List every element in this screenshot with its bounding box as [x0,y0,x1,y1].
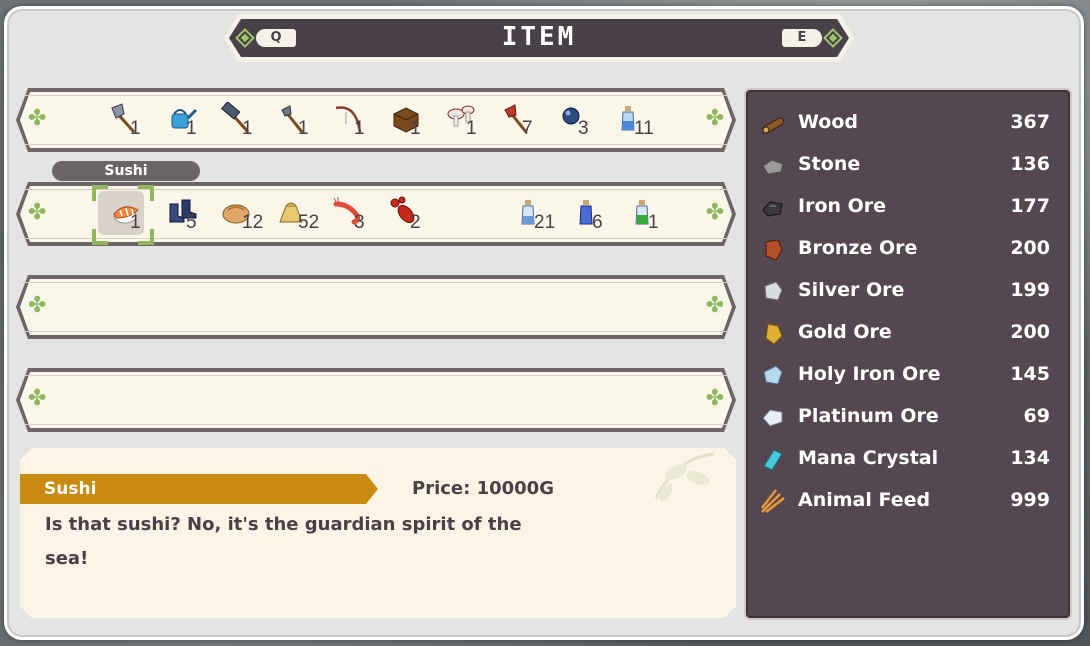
clover-icon: ✤ [28,293,47,318]
item-quantity: 1 [130,212,141,233]
item-quantity: 1 [298,118,309,139]
material-name: Mana Crystal [798,447,939,469]
item-quantity: 12 [242,212,264,233]
materials-panel: Wood 367 Stone 136 Iron Ore 177 Bronze O… [744,88,1072,620]
silver-ore-icon [764,281,783,301]
platinum-ore-icon [762,409,783,427]
inventory-row-3[interactable]: ✤ ✤ [16,275,736,339]
inventory-slot-selected[interactable]: 1 [108,196,160,236]
page-title: ITEM [501,22,577,52]
material-count: 999 [1010,489,1050,511]
material-name: Wood [798,111,858,133]
material-name: Platinum Ore [798,405,939,427]
material-row-animal-feed: Animal Feed 999 [760,486,1050,516]
material-count: 145 [1010,363,1050,385]
material-name: Stone [798,153,861,175]
item-quantity: 11 [634,118,654,139]
item-quantity: 6 [592,212,603,233]
material-count: 177 [1010,195,1050,217]
item-quantity: 52 [298,212,320,233]
inventory-slot[interactable]: 6 [570,196,622,236]
material-count: 200 [1010,237,1050,259]
item-quantity: 3 [354,212,365,233]
item-quantity: 1 [354,118,365,139]
material-name: Iron Ore [798,195,887,217]
inventory-slot[interactable]: 1 [108,102,160,142]
item-description: Is that sushi? No, it's the guardian spi… [45,508,545,576]
material-count: 136 [1010,153,1050,175]
next-tab-key-button[interactable]: E [782,29,822,47]
material-count: 199 [1010,279,1050,301]
material-name: Animal Feed [798,489,931,511]
clover-icon: ✤ [705,386,724,411]
title-banner: Q ITEM E [224,14,854,62]
material-name: Silver Ore [798,279,905,301]
description-line-2: sea! [45,548,89,569]
clover-icon: ✤ [28,106,47,131]
item-quantity: 1 [648,212,659,233]
holy-iron-ore-icon [763,365,783,385]
material-row-stone: Stone 136 [760,150,1050,180]
material-name: Holy Iron Ore [798,363,941,385]
inventory-slot[interactable]: 1 [220,102,272,142]
material-count: 69 [1023,405,1050,427]
material-name: Bronze Ore [798,237,918,259]
inventory-slot[interactable]: 11 [612,102,664,142]
inventory-slot[interactable]: 1 [276,102,328,142]
mana-crystal-icon [763,449,783,471]
material-name: Gold Ore [798,321,892,343]
inventory-slot[interactable]: 12 [220,196,272,236]
item-quantity: 1 [130,118,141,139]
leaf-decoration-icon [646,448,716,508]
material-row-gold-ore: Gold Ore 200 [760,318,1050,348]
material-row-iron-ore: Iron Ore 177 [760,192,1050,222]
inventory-slot[interactable]: 3 [332,196,384,236]
item-quantity: 1 [242,118,253,139]
material-row-silver-ore: Silver Ore 199 [760,276,1050,306]
item-quantity: 1 [466,118,477,139]
material-count: 200 [1010,321,1050,343]
animal-feed-icon [761,489,785,513]
gold-ore-icon [765,323,783,345]
inventory-slot[interactable]: 2 [388,196,440,236]
material-count: 367 [1010,111,1050,133]
item-quantity: 7 [522,118,533,139]
item-quantity: 2 [410,212,421,233]
inventory-slot[interactable]: 5 [164,196,216,236]
inventory-row-1: ✤ ✤ 1 1 1 1 1 1 1 7 3 11 [16,88,736,152]
iron-ore-icon [762,201,783,217]
inventory-slot[interactable]: 52 [276,196,328,236]
item-quantity: 21 [534,212,556,233]
clover-icon: ✤ [705,106,724,131]
description-line-1: Is that sushi? No, it's the guardian spi… [45,514,522,535]
bronze-ore-icon [765,239,783,261]
inventory-slot[interactable]: 1 [164,102,216,142]
item-quantity: 5 [186,212,197,233]
item-quantity: 3 [578,118,589,139]
stone-icon [762,159,784,175]
inventory-slot[interactable]: 1 [388,102,440,142]
item-tooltip: Sushi [52,161,200,181]
inventory-slot[interactable]: 1 [332,102,384,142]
clover-icon: ✤ [28,386,47,411]
inventory-row-2-slots: 1 5 12 52 3 2 21 6 1 [16,182,736,246]
material-row-mana-crystal: Mana Crystal 134 [760,444,1050,474]
item-name-tag: Sushi [20,474,378,504]
material-count: 134 [1010,447,1050,469]
wood-icon [762,117,784,134]
item-quantity: 1 [186,118,197,139]
inventory-slot[interactable]: 3 [556,102,608,142]
inventory-row-4[interactable]: ✤ ✤ [16,368,736,432]
material-row-wood: Wood 367 [760,108,1050,138]
material-row-bronze-ore: Bronze Ore 200 [760,234,1050,264]
item-price: Price: 10000G [412,478,554,499]
inventory-slot[interactable]: 1 [626,196,678,236]
inventory-slot[interactable]: 1 [444,102,496,142]
material-row-platinum-ore: Platinum Ore 69 [760,402,1050,432]
item-quantity: 1 [410,118,421,139]
material-row-holy-iron-ore: Holy Iron Ore 145 [760,360,1050,390]
inventory-slot[interactable]: 7 [500,102,552,142]
clover-icon: ✤ [705,293,724,318]
inventory-slot[interactable]: 21 [512,196,564,236]
